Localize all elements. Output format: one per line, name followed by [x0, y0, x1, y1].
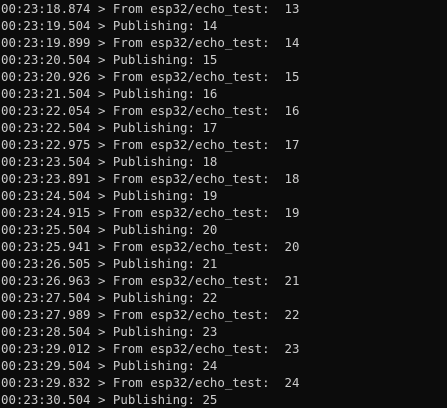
- log-separator: >: [90, 154, 113, 169]
- log-line: 00:23:22.504 > Publishing: 17: [0, 119, 447, 136]
- log-separator: >: [90, 375, 113, 390]
- log-separator: >: [90, 222, 113, 237]
- log-timestamp: 00:23:21.504: [1, 86, 91, 101]
- log-message: Publishing: 17: [112, 120, 218, 135]
- log-timestamp: 00:23:30.504: [1, 392, 91, 407]
- log-line: 00:23:29.012 > From esp32/echo_test: 23: [0, 340, 447, 357]
- log-timestamp: 00:23:18.874: [1, 1, 91, 16]
- log-timestamp: 00:23:25.941: [1, 239, 91, 254]
- terminal-output[interactable]: 00:23:18.874 > From esp32/echo_test: 13 …: [0, 0, 447, 408]
- log-timestamp: 00:23:24.504: [1, 188, 91, 203]
- log-line: 00:23:30.504 > Publishing: 25: [0, 391, 447, 408]
- log-timestamp: 00:23:26.963: [1, 273, 91, 288]
- log-message: Publishing: 21: [112, 256, 218, 271]
- log-line: 00:23:28.504 > Publishing: 23: [0, 323, 447, 340]
- log-message: Publishing: 14: [112, 18, 218, 33]
- log-separator: >: [90, 18, 113, 33]
- log-timestamp: 00:23:29.012: [1, 341, 91, 356]
- log-separator: >: [90, 103, 113, 118]
- log-message: Publishing: 22: [112, 290, 218, 305]
- log-message: From esp32/echo_test: 15: [112, 69, 300, 84]
- log-timestamp: 00:23:20.926: [1, 69, 91, 84]
- log-timestamp: 00:23:25.504: [1, 222, 91, 237]
- log-timestamp: 00:23:19.504: [1, 18, 91, 33]
- log-line: 00:23:27.989 > From esp32/echo_test: 22: [0, 306, 447, 323]
- log-message: From esp32/echo_test: 13: [112, 1, 300, 16]
- log-line: 00:23:19.899 > From esp32/echo_test: 14: [0, 34, 447, 51]
- log-message: From esp32/echo_test: 18: [112, 171, 300, 186]
- log-separator: >: [90, 1, 113, 16]
- log-message: From esp32/echo_test: 22: [112, 307, 300, 322]
- log-separator: >: [90, 188, 113, 203]
- log-message: Publishing: 16: [112, 86, 218, 101]
- log-line: 00:23:19.504 > Publishing: 14: [0, 17, 447, 34]
- log-timestamp: 00:23:29.504: [1, 358, 91, 373]
- log-line: 00:23:24.504 > Publishing: 19: [0, 187, 447, 204]
- log-timestamp: 00:23:27.989: [1, 307, 91, 322]
- log-line: 00:23:29.832 > From esp32/echo_test: 24: [0, 374, 447, 391]
- log-separator: >: [90, 69, 113, 84]
- log-separator: >: [90, 273, 113, 288]
- log-separator: >: [90, 137, 113, 152]
- log-message: Publishing: 25: [112, 392, 218, 407]
- log-message: Publishing: 15: [112, 52, 218, 67]
- log-message: Publishing: 23: [112, 324, 218, 339]
- log-line: 00:23:21.504 > Publishing: 16: [0, 85, 447, 102]
- log-message: From esp32/echo_test: 14: [112, 35, 300, 50]
- log-message: Publishing: 20: [112, 222, 218, 237]
- log-line: 00:23:20.504 > Publishing: 15: [0, 51, 447, 68]
- log-timestamp: 00:23:20.504: [1, 52, 91, 67]
- log-timestamp: 00:23:24.915: [1, 205, 91, 220]
- log-separator: >: [90, 392, 113, 407]
- log-message: From esp32/echo_test: 16: [112, 103, 300, 118]
- log-line: 00:23:26.963 > From esp32/echo_test: 21: [0, 272, 447, 289]
- log-timestamp: 00:23:29.832: [1, 375, 91, 390]
- log-separator: >: [90, 171, 113, 186]
- log-message: From esp32/echo_test: 23: [112, 341, 300, 356]
- log-line: 00:23:20.926 > From esp32/echo_test: 15: [0, 68, 447, 85]
- log-separator: >: [90, 307, 113, 322]
- log-message: Publishing: 19: [112, 188, 218, 203]
- log-timestamp: 00:23:23.504: [1, 154, 91, 169]
- log-line: 00:23:25.504 > Publishing: 20: [0, 221, 447, 238]
- log-separator: >: [90, 52, 113, 67]
- log-line: 00:23:24.915 > From esp32/echo_test: 19: [0, 204, 447, 221]
- log-line: 00:23:29.504 > Publishing: 24: [0, 357, 447, 374]
- log-timestamp: 00:23:22.975: [1, 137, 91, 152]
- log-timestamp: 00:23:19.899: [1, 35, 91, 50]
- log-timestamp: 00:23:26.505: [1, 256, 91, 271]
- log-message: Publishing: 18: [112, 154, 218, 169]
- log-message: From esp32/echo_test: 19: [112, 205, 300, 220]
- log-line: 00:23:27.504 > Publishing: 22: [0, 289, 447, 306]
- log-line: 00:23:18.874 > From esp32/echo_test: 13: [0, 0, 447, 17]
- log-separator: >: [90, 239, 113, 254]
- log-timestamp: 00:23:22.504: [1, 120, 91, 135]
- log-message: From esp32/echo_test: 24: [112, 375, 300, 390]
- log-line: 00:23:25.941 > From esp32/echo_test: 20: [0, 238, 447, 255]
- log-message: From esp32/echo_test: 20: [112, 239, 300, 254]
- log-line: 00:23:26.505 > Publishing: 21: [0, 255, 447, 272]
- log-separator: >: [90, 35, 113, 50]
- log-line: 00:23:22.054 > From esp32/echo_test: 16: [0, 102, 447, 119]
- log-separator: >: [90, 324, 113, 339]
- log-separator: >: [90, 86, 113, 101]
- log-timestamp: 00:23:28.504: [1, 324, 91, 339]
- log-message: From esp32/echo_test: 21: [112, 273, 300, 288]
- log-separator: >: [90, 290, 113, 305]
- log-separator: >: [90, 256, 113, 271]
- log-line: 00:23:22.975 > From esp32/echo_test: 17: [0, 136, 447, 153]
- log-line: 00:23:23.891 > From esp32/echo_test: 18: [0, 170, 447, 187]
- log-timestamp: 00:23:27.504: [1, 290, 91, 305]
- log-timestamp: 00:23:23.891: [1, 171, 91, 186]
- log-separator: >: [90, 205, 113, 220]
- log-separator: >: [90, 120, 113, 135]
- log-message: Publishing: 24: [112, 358, 218, 373]
- log-separator: >: [90, 341, 113, 356]
- log-separator: >: [90, 358, 113, 373]
- log-message: From esp32/echo_test: 17: [112, 137, 300, 152]
- log-timestamp: 00:23:22.054: [1, 103, 91, 118]
- log-line: 00:23:23.504 > Publishing: 18: [0, 153, 447, 170]
